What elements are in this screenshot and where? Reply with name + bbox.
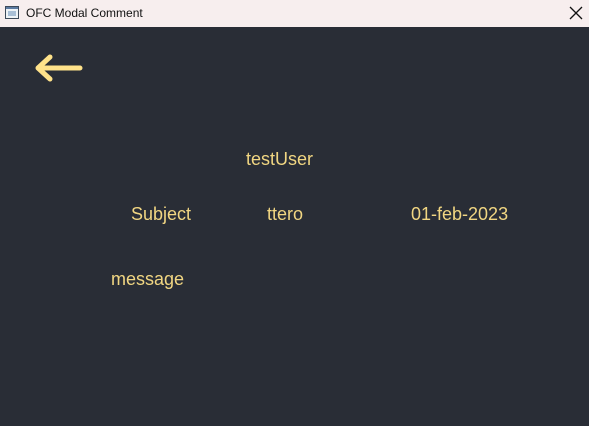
modal-window: OFC Modal Comment testUser Subject ttero… — [0, 0, 589, 426]
comment-content: testUser Subject ttero 01-feb-2023 messa… — [0, 27, 589, 426]
comment-message: message — [111, 269, 185, 289]
subject-label: Subject — [131, 204, 192, 224]
window-title: OFC Modal Comment — [26, 6, 143, 20]
subject-value: ttero — [267, 204, 304, 224]
close-icon — [569, 6, 583, 20]
comment-user: testUser — [246, 149, 314, 169]
comment-date: 01-feb-2023 — [411, 204, 509, 224]
close-button[interactable] — [567, 0, 589, 27]
arrow-left-icon — [35, 54, 83, 82]
app-window-icon — [5, 6, 19, 19]
title-bar: OFC Modal Comment — [0, 0, 589, 27]
back-button[interactable] — [28, 49, 86, 87]
